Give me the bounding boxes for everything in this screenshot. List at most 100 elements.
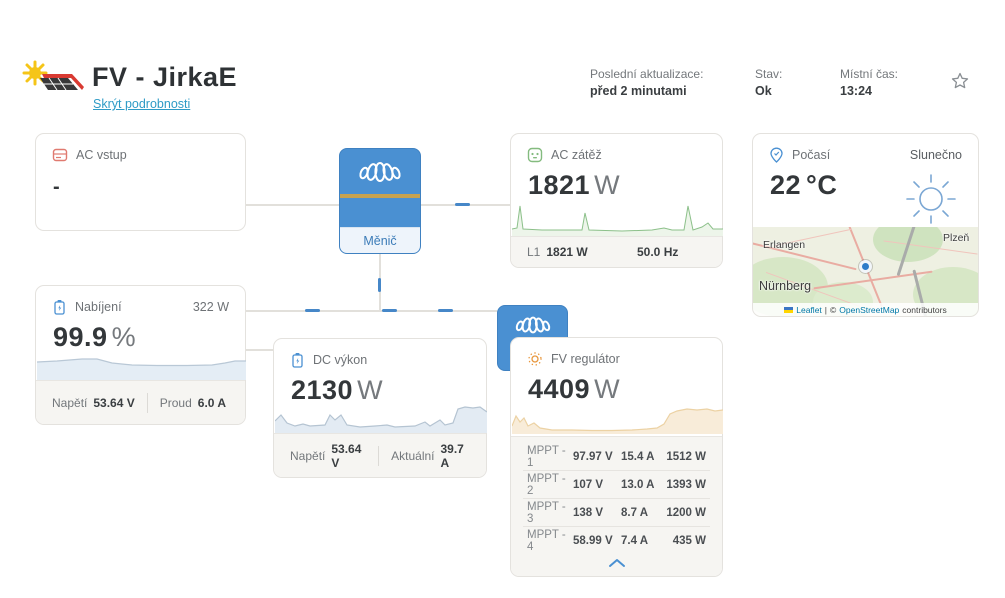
mppt-label: MPPT - 3	[527, 500, 566, 525]
site-location-marker[interactable]	[859, 260, 872, 273]
voltage-label: Napětí	[52, 395, 88, 410]
dc-power-value: 2130	[291, 375, 354, 405]
local-time-value: 13:24	[840, 84, 872, 98]
card-dc-power[interactable]: DC výkon 2130 W Napětí 53.64 V Aktuální 3…	[273, 338, 487, 478]
card-battery[interactable]: Nabíjení 322 W 99.9% Napětí 53.64 V Prou…	[35, 285, 246, 425]
favorite-star-icon[interactable]	[951, 72, 969, 95]
power-flow-dash	[382, 309, 397, 312]
leaflet-link[interactable]: Leaflet	[796, 305, 822, 315]
status-value: Ok	[755, 84, 772, 98]
attribution-copyright: ©	[830, 304, 837, 315]
map-attribution: Leaflet | © OpenStreetMap contributors	[753, 303, 978, 316]
temperature-unit: °C	[806, 170, 838, 200]
l1-label: L1	[527, 245, 541, 259]
mppt-voltage: 107 V	[573, 478, 604, 491]
mppt-table: MPPT - 1 97.97 V 15.4 A 1512 W MPPT - 2 …	[511, 436, 722, 576]
current-value: 6.0 A	[197, 395, 227, 410]
ac-input-value: -	[53, 176, 61, 198]
grid-box-icon	[52, 148, 68, 162]
frequency-value: 50.0 Hz	[637, 245, 679, 259]
current-label: Proud	[159, 395, 192, 410]
mppt-current: 7.4 A	[621, 534, 649, 547]
mppt-power: 1393 W	[666, 478, 706, 491]
ac-loads-value: 1821	[528, 170, 591, 200]
wire-dc-bus	[246, 310, 497, 312]
mppt-label: MPPT - 4	[527, 528, 566, 553]
battery-sparkline	[37, 358, 246, 380]
last-update-label: Poslední aktualizace:	[590, 67, 704, 81]
weather-condition: Slunečno	[909, 148, 962, 162]
inverter-stripe	[340, 194, 420, 198]
status-label: Stav:	[755, 67, 783, 81]
mppt-row: MPPT - 4 58.99 V 7.4 A 435 W	[527, 527, 706, 554]
card-solar-charger[interactable]: FV regulátor 4409 W MPPT - 1 97.97 V 15.4…	[510, 337, 723, 577]
map-city-label: Plzeň	[943, 232, 970, 244]
mppt-row: MPPT - 2 107 V 13.0 A 1393 W	[527, 471, 706, 498]
temperature-value: 22	[770, 170, 802, 200]
mppt-label: MPPT - 2	[527, 472, 566, 497]
wire-battery-dcpower	[246, 349, 273, 351]
mppt-power: 1200 W	[666, 506, 706, 519]
power-flow-dash	[455, 203, 470, 206]
attribution-separator: |	[824, 304, 828, 315]
sun-icon	[528, 352, 542, 366]
card-weather[interactable]: Počasí Slunečno 22 °C Erlangen Nürnberg P…	[752, 133, 979, 317]
outlet-icon	[527, 147, 543, 163]
victron-coil-logo	[515, 316, 550, 334]
battery-power: 322 W	[192, 300, 229, 314]
card-title: AC vstup	[76, 148, 127, 162]
soc-unit: %	[111, 322, 137, 352]
mppt-current: 15.4 A	[621, 450, 655, 463]
sun-outline-icon	[906, 174, 956, 224]
card-ac-loads[interactable]: AC zátěž 1821 W L1 1821 W 50.0 Hz	[510, 133, 723, 268]
mppt-current: 13.0 A	[621, 478, 655, 491]
victron-coil-logo	[359, 161, 401, 182]
mppt-voltage: 58.99 V	[573, 534, 613, 547]
location-pin-icon	[770, 147, 783, 163]
power-flow-dash	[438, 309, 453, 312]
card-inverter[interactable]: Měnič	[339, 148, 421, 254]
card-title: AC zátěž	[551, 148, 602, 162]
hide-details-link[interactable]: Skrýt podrobnosti	[93, 97, 190, 111]
battery-charge-icon	[54, 300, 65, 315]
dc-power-unit: W	[357, 375, 384, 405]
ukraine-flag-icon	[784, 306, 794, 313]
attribution-contributors: contributors	[902, 304, 947, 315]
mppt-power: 435 W	[672, 534, 706, 547]
ac-loads-unit: W	[594, 170, 621, 200]
battery-icon	[292, 353, 303, 368]
inverter-label[interactable]: Měnič	[340, 227, 420, 253]
mppt-power: 1512 W	[666, 450, 706, 463]
mppt-row: MPPT - 3 138 V 8.7 A 1200 W	[527, 499, 706, 526]
card-title: FV regulátor	[551, 352, 620, 366]
ac-loads-sparkline	[512, 205, 723, 236]
card-title: DC výkon	[313, 353, 368, 367]
voltage-label: Napětí	[290, 448, 326, 463]
power-flow-dash	[305, 309, 320, 312]
mppt-voltage: 138 V	[573, 506, 604, 519]
weather-map[interactable]: Erlangen Nürnberg Plzeň Leaflet | © Open…	[753, 227, 978, 316]
l1-value: 1821 W	[546, 245, 588, 259]
app-logo	[22, 60, 84, 91]
voltage-value: 53.64 V	[93, 395, 135, 410]
solar-power-value: 4409	[528, 374, 591, 404]
card-title: Počasí	[792, 148, 831, 162]
map-city-label: Nürnberg	[759, 279, 812, 293]
power-flow-dash	[378, 278, 381, 292]
card-ac-input[interactable]: AC vstup -	[35, 133, 246, 231]
last-update-value: před 2 minutami	[590, 84, 687, 98]
wire-acinput-inverter	[246, 204, 339, 206]
solar-power-unit: W	[594, 374, 621, 404]
page-title: FV - JirkaE	[92, 62, 238, 92]
local-time-label: Místní čas:	[840, 67, 899, 81]
mppt-voltage: 97.97 V	[573, 450, 613, 463]
current-label: Aktuální	[391, 448, 435, 463]
mppt-label: MPPT - 1	[527, 444, 566, 469]
osm-link[interactable]: OpenStreetMap	[839, 305, 899, 315]
solar-sparkline	[512, 408, 723, 434]
collapse-chevron-icon[interactable]	[511, 558, 722, 568]
mppt-current: 8.7 A	[621, 506, 649, 519]
dc-power-sparkline	[275, 406, 487, 433]
current-value: 39.7 A	[440, 441, 464, 470]
voltage-value: 53.64 V	[331, 441, 362, 470]
